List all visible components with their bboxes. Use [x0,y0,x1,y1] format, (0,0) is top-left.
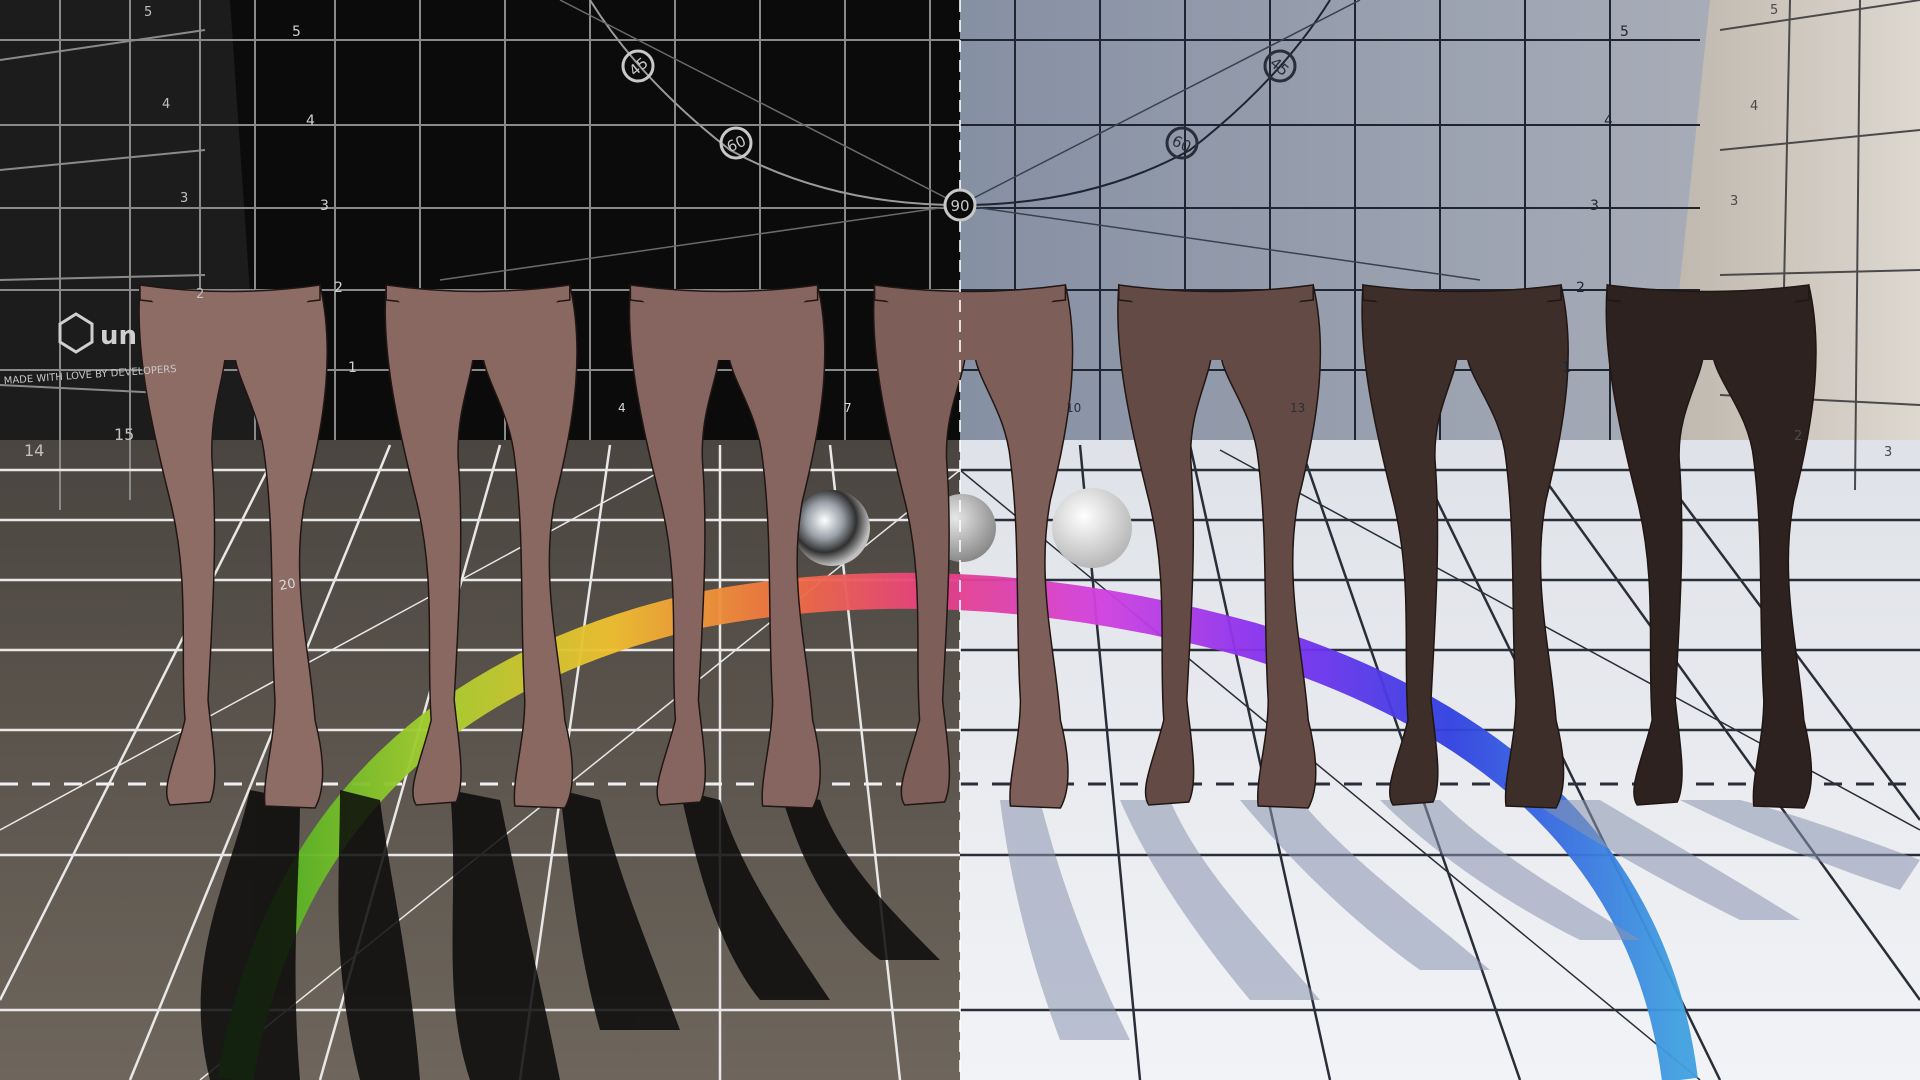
chrome-sphere [794,490,870,566]
svg-text:4: 4 [1750,99,1758,114]
svg-text:5: 5 [1620,24,1629,40]
svg-text:2: 2 [196,287,204,302]
svg-text:2: 2 [1794,429,1802,444]
svg-text:5: 5 [1770,3,1778,18]
floor-label-20: 20 [278,576,297,594]
svg-text:3: 3 [320,198,329,214]
angle-marker-45: 45 [621,49,655,83]
svg-text:4: 4 [162,97,170,112]
svg-text:2: 2 [334,280,343,296]
render-scene: 45 60 90 45 60 5 4 3 2 1 5 4 3 2 1 5 4 3… [0,0,1920,1080]
svg-text:3: 3 [1730,194,1738,209]
svg-text:15: 15 [114,425,134,444]
svg-text:13: 13 [1290,401,1305,415]
svg-text:3: 3 [1884,445,1892,460]
svg-text:1: 1 [1562,360,1571,376]
angle-marker-90: 90 [943,188,977,222]
angle-marker-45-right: 45 [1263,49,1297,83]
svg-text:1: 1 [348,360,357,376]
white-sphere [1052,488,1132,568]
svg-text:5: 5 [292,24,301,40]
svg-text:4: 4 [306,113,315,129]
svg-text:3: 3 [180,191,188,206]
svg-text:4: 4 [618,401,626,415]
svg-text:5: 5 [144,5,152,20]
svg-text:un: un [100,321,137,351]
svg-text:14: 14 [24,441,44,460]
svg-text:90: 90 [950,197,969,215]
svg-text:2: 2 [1576,280,1585,296]
svg-text:4: 4 [1604,113,1613,129]
svg-text:3: 3 [1590,198,1599,214]
svg-text:7: 7 [844,401,852,415]
svg-text:10: 10 [1066,401,1081,415]
